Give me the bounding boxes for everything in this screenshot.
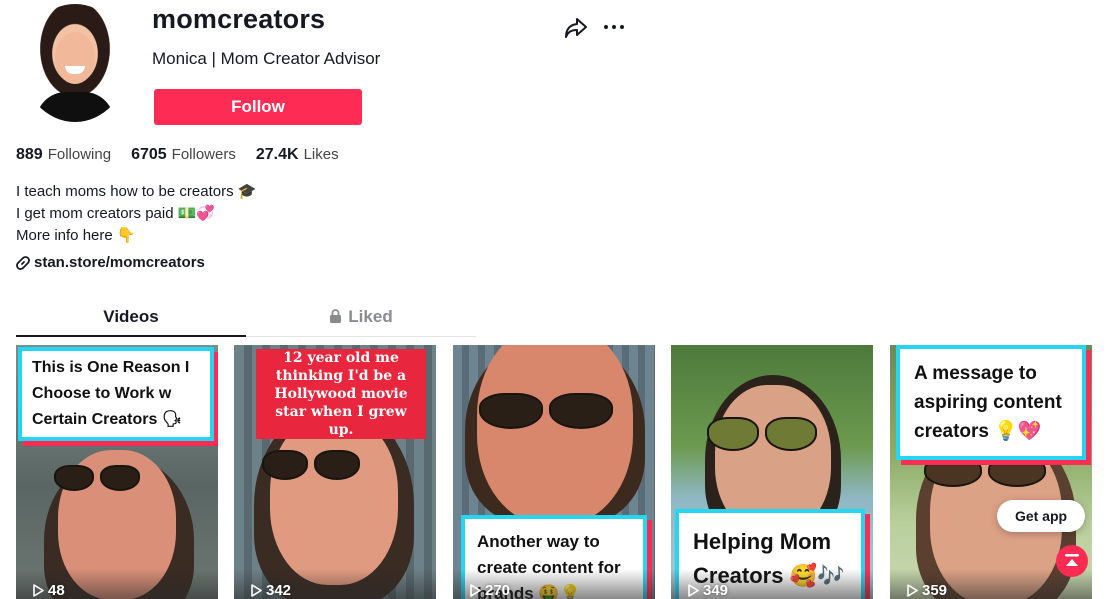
stat-value: 6705 bbox=[131, 146, 167, 163]
stat-label: Following bbox=[47, 146, 112, 163]
play-icon bbox=[33, 584, 44, 597]
view-count: 349 bbox=[687, 582, 728, 599]
scroll-to-top-button[interactable] bbox=[1056, 545, 1088, 577]
view-count-text: 359 bbox=[922, 582, 948, 599]
sunglasses bbox=[924, 457, 1046, 487]
stat-likes: 27.4K Likes bbox=[256, 146, 339, 164]
bio-line: More info here 👇 bbox=[16, 227, 136, 244]
tab-label: Liked bbox=[348, 307, 393, 326]
play-icon bbox=[251, 584, 262, 597]
tab-liked[interactable]: Liked bbox=[246, 304, 476, 336]
avatar[interactable] bbox=[22, 4, 128, 122]
avatar-face bbox=[55, 32, 95, 84]
video-caption: A message to aspiring content creators 💡… bbox=[896, 345, 1086, 460]
video-grid: This is One Reason I Choose to Work w Ce… bbox=[16, 345, 1092, 599]
view-count-text: 48 bbox=[48, 582, 65, 599]
username: momcreators bbox=[152, 4, 326, 34]
tab-videos[interactable]: Videos bbox=[16, 304, 246, 337]
stat-value: 27.4K bbox=[255, 146, 299, 163]
stat-label: Likes bbox=[303, 146, 339, 163]
scroll-up-icon bbox=[1065, 554, 1079, 566]
view-count-text: 349 bbox=[703, 582, 729, 599]
avatar-shirt bbox=[36, 92, 114, 122]
lock-icon bbox=[330, 309, 342, 323]
bio-line: I get mom creators paid 💵💞 bbox=[16, 205, 216, 222]
sunglasses bbox=[707, 417, 817, 451]
profile-stats: 889 Following 6705 Followers 27.4K Likes bbox=[16, 146, 339, 164]
link-icon bbox=[16, 255, 30, 270]
bio-link[interactable]: stan.store/momcreators bbox=[16, 254, 205, 271]
nickname: Monica | Mom Creator Advisor bbox=[152, 49, 381, 68]
bio: I teach moms how to be creators 🎓 I get … bbox=[16, 181, 256, 247]
stat-label: Followers bbox=[171, 146, 236, 163]
video-caption: 12 year old me thinking I'd be a Hollywo… bbox=[256, 349, 426, 439]
sunglasses bbox=[54, 465, 140, 491]
play-icon bbox=[470, 584, 481, 597]
sunglasses bbox=[262, 450, 360, 480]
play-icon bbox=[688, 584, 699, 597]
get-app-button[interactable]: Get app bbox=[997, 500, 1085, 532]
video-card[interactable]: This is One Reason I Choose to Work w Ce… bbox=[16, 345, 218, 599]
tab-label: Videos bbox=[103, 307, 159, 326]
share-icon[interactable] bbox=[563, 16, 589, 40]
more-options-icon[interactable] bbox=[604, 18, 630, 36]
bio-link-text: stan.store/momcreators bbox=[34, 254, 205, 271]
follow-button[interactable]: Follow bbox=[154, 89, 362, 125]
view-count: 270 bbox=[469, 582, 510, 599]
video-caption: This is One Reason I Choose to Work w Ce… bbox=[18, 347, 214, 441]
stat-followers[interactable]: 6705 Followers bbox=[131, 146, 236, 164]
view-count: 342 bbox=[250, 582, 291, 599]
stat-following[interactable]: 889 Following bbox=[16, 146, 111, 164]
stat-value: 889 bbox=[16, 146, 43, 163]
play-icon bbox=[907, 584, 918, 597]
view-count-text: 342 bbox=[266, 582, 292, 599]
profile-tabs: Videos Liked bbox=[16, 304, 476, 337]
video-card[interactable]: 12 year old me thinking I'd be a Hollywo… bbox=[234, 345, 436, 599]
view-count: 48 bbox=[32, 582, 65, 599]
sunglasses bbox=[479, 393, 613, 429]
video-card[interactable]: Helping Mom Creators 🥰🎶 349 bbox=[671, 345, 873, 599]
view-count: 359 bbox=[906, 582, 947, 599]
video-card[interactable]: Another way to create content for brands… bbox=[453, 345, 655, 599]
bio-line: I teach moms how to be creators 🎓 bbox=[16, 183, 257, 200]
view-count-text: 270 bbox=[485, 582, 511, 599]
